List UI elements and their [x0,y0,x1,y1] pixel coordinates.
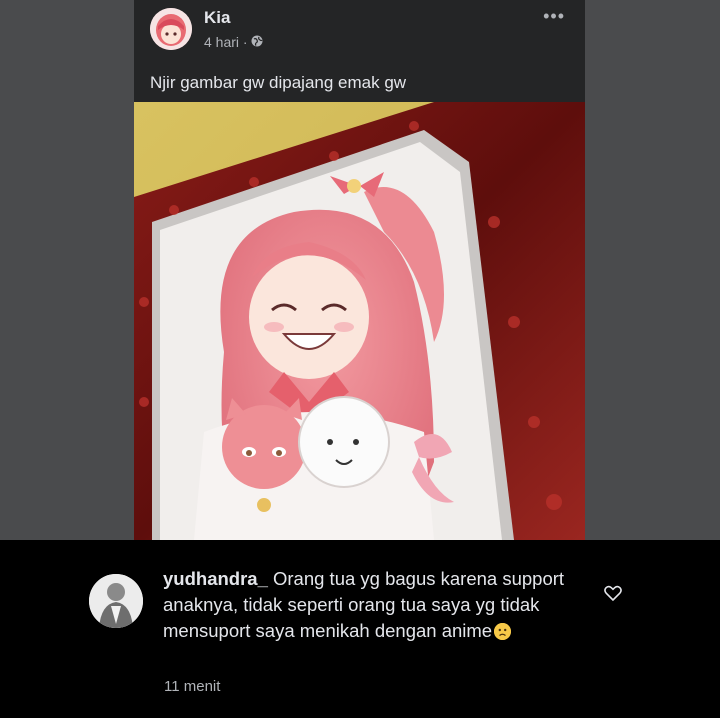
post-photo[interactable] [134,102,585,540]
commenter-username[interactable]: yudhandra_ [163,568,268,589]
heart-outline-icon[interactable] [603,583,623,603]
post-meta: 4 hari · [204,34,263,50]
author-avatar[interactable] [150,8,192,50]
commenter-avatar[interactable] [89,574,143,628]
author-name[interactable]: Kia [204,8,230,28]
comment-section: yudhandra_ Orang tua yg bagus karena sup… [0,540,720,718]
globe-icon [251,34,263,50]
comment-time: 11 menit [164,678,221,695]
post-time[interactable]: 4 hari · [204,34,248,50]
comment-body: yudhandra_ Orang tua yg bagus karena sup… [163,566,573,644]
worried-face-emoji [494,623,512,640]
more-options-icon[interactable]: ••• [543,6,565,27]
post-caption: Njir gambar gw dipajang emak gw [150,73,407,92]
post-header: Kia 4 hari · ••• [134,0,585,56]
post-card: Kia 4 hari · ••• Njir gambar gw dipajang… [134,0,585,540]
